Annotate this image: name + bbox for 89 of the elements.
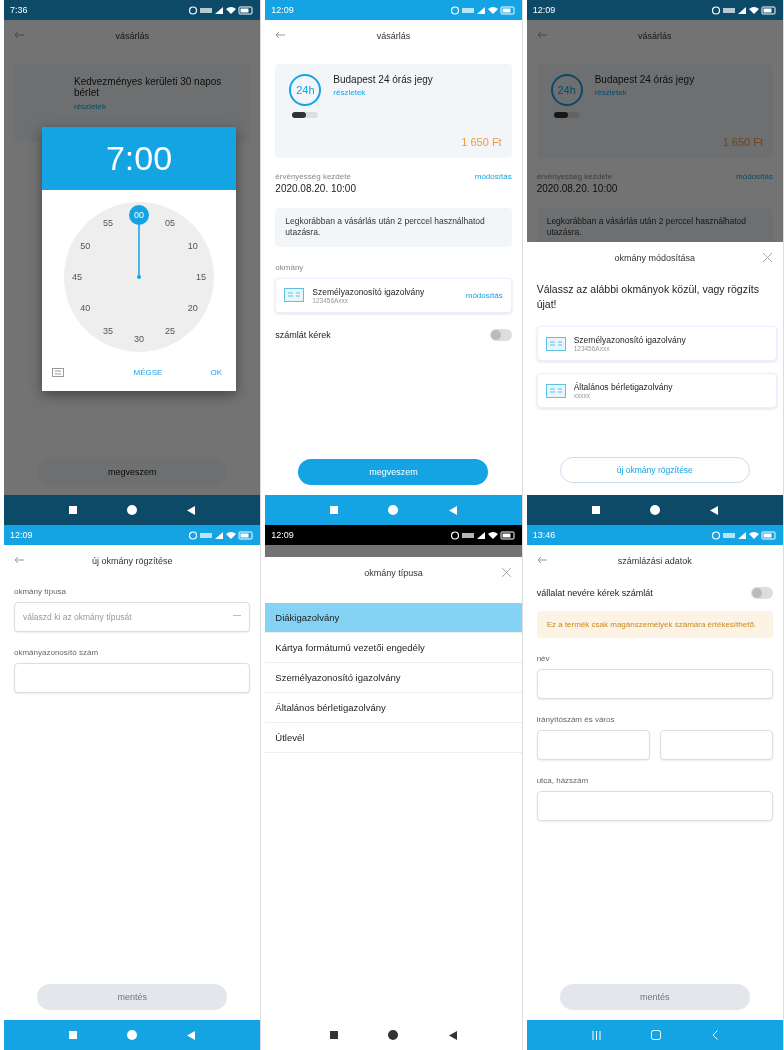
circle-icon[interactable]	[649, 505, 660, 515]
document-type-option[interactable]: Diákigazolvány	[265, 603, 522, 633]
input-field[interactable]	[536, 791, 773, 822]
id-card-icon	[545, 336, 566, 351]
close-icon[interactable]	[500, 567, 512, 578]
status-icons-drawing	[188, 5, 255, 15]
minute-option[interactable]: 15	[191, 267, 211, 287]
circle-icon[interactable]	[127, 505, 138, 515]
status-icons-drawing	[449, 530, 516, 540]
back-icon[interactable]	[187, 505, 196, 515]
ticket-name: Budapest 24 órás jegy	[333, 74, 434, 85]
back-arrow-icon[interactable]	[275, 31, 286, 39]
ticket-price: 1 650 Ft	[461, 136, 502, 148]
field-label: okmányazonosító szám	[14, 648, 100, 657]
back-arrow-icon[interactable]	[536, 556, 547, 564]
status-icons-drawing	[188, 530, 255, 540]
dropdown-icon	[233, 615, 242, 619]
input-field[interactable]	[536, 669, 773, 700]
square-icon[interactable]	[591, 506, 600, 514]
status-time: 13:46	[532, 530, 556, 540]
pill-icon	[292, 112, 319, 118]
ticket-price: 1 650 Ft	[722, 136, 763, 148]
ticket-badge: 24h	[289, 74, 322, 106]
validity-date: 2020.08.20. 10:00	[275, 183, 357, 194]
screen-title: vásárlás	[376, 31, 411, 41]
field-label: okmány típusa	[14, 587, 68, 596]
home-icon[interactable]	[651, 1030, 662, 1040]
toggle-label: számlát kérek	[275, 329, 331, 340]
minute-option[interactable]: 35	[98, 320, 118, 341]
selected-time: 7:00	[105, 139, 173, 178]
document-name: Személyazonosító igazolvány	[312, 286, 426, 297]
notice-text: Legkorábban a vásárlás után 2 perccel használhatod utazásra.	[275, 208, 512, 247]
minute-option[interactable]: 50	[75, 236, 96, 256]
recent-apps-icon[interactable]	[591, 1030, 601, 1040]
pill-icon	[553, 112, 580, 118]
back-icon[interactable]	[709, 505, 718, 515]
circle-icon[interactable]	[388, 1030, 399, 1040]
field-label: érvényesség kezdete	[275, 172, 352, 181]
square-icon[interactable]	[69, 506, 78, 514]
toggle-label: vállalat nevére kérek számlát	[536, 588, 653, 598]
field-label: okmány	[275, 262, 305, 272]
screen-title: vásárlás	[638, 31, 672, 41]
status-icons-drawing	[711, 530, 777, 540]
minute-option[interactable]: 55	[98, 213, 118, 234]
status-time: 12:09	[271, 5, 294, 15]
toggle-switch[interactable]	[751, 587, 773, 599]
back-arrow-icon[interactable]	[14, 556, 24, 564]
screen-title: új okmány rögzítése	[91, 556, 173, 566]
minute-option[interactable]: 20	[182, 298, 203, 318]
status-icons-drawing	[449, 5, 516, 15]
toggle-switch[interactable]	[489, 328, 512, 341]
screen-title: számlázási adatok	[617, 556, 692, 566]
field-label: irányítószám és város	[536, 715, 616, 725]
id-card-icon	[545, 383, 566, 398]
document-name: Általános bérletigazolvány	[573, 382, 674, 393]
validity-date: 2020.08.20. 10:00	[536, 183, 619, 194]
field-label: név	[536, 654, 551, 664]
keyboard-icon[interactable]	[52, 368, 64, 377]
back-arrow-icon[interactable]	[14, 31, 24, 39]
minute-option[interactable]: 25	[160, 320, 180, 341]
status-time: 12:09	[10, 530, 33, 540]
minute-option[interactable]: 05	[160, 213, 180, 234]
status-icons-drawing	[711, 5, 777, 15]
document-name: Személyazonosító igazolvány	[573, 335, 687, 346]
ticket-badge: 24h	[550, 74, 583, 106]
input-field[interactable]	[536, 730, 650, 761]
ticket-name: Budapest 24 órás jegy	[594, 74, 696, 85]
warning-message: Ez a termék csak magánszemélyek számára értékesíthető.	[536, 611, 773, 639]
screen-title: okmány típusa	[364, 568, 423, 578]
status-time: 7:36	[10, 5, 28, 15]
clock-hand[interactable]	[137, 224, 141, 279]
status-time: 12:09	[271, 530, 294, 540]
field-label: utca, házszám	[536, 776, 590, 786]
input-field[interactable]	[14, 663, 251, 693]
minute-option[interactable]: 10	[182, 236, 203, 256]
square-icon[interactable]	[330, 1031, 339, 1039]
sheet-prompt: Válassz az alábbi okmányok közül, vagy rögzíts újat!	[535, 282, 760, 313]
minute-option[interactable]: 45	[67, 267, 87, 287]
screen-title: okmány módosítása	[614, 253, 696, 263]
back-icon[interactable]	[448, 1030, 457, 1040]
minute-option[interactable]: 40	[75, 298, 96, 318]
input-field[interactable]	[659, 730, 773, 761]
id-card-icon	[284, 288, 305, 303]
close-icon[interactable]	[762, 252, 773, 263]
status-time: 12:09	[532, 5, 556, 15]
screen-title: vásárlás	[115, 31, 149, 41]
back-arrow-icon[interactable]	[536, 31, 547, 39]
ticket-name: Kedvezményes kerületi 30 napos bérlet	[74, 76, 223, 98]
minute-option[interactable]: 30	[129, 329, 149, 349]
